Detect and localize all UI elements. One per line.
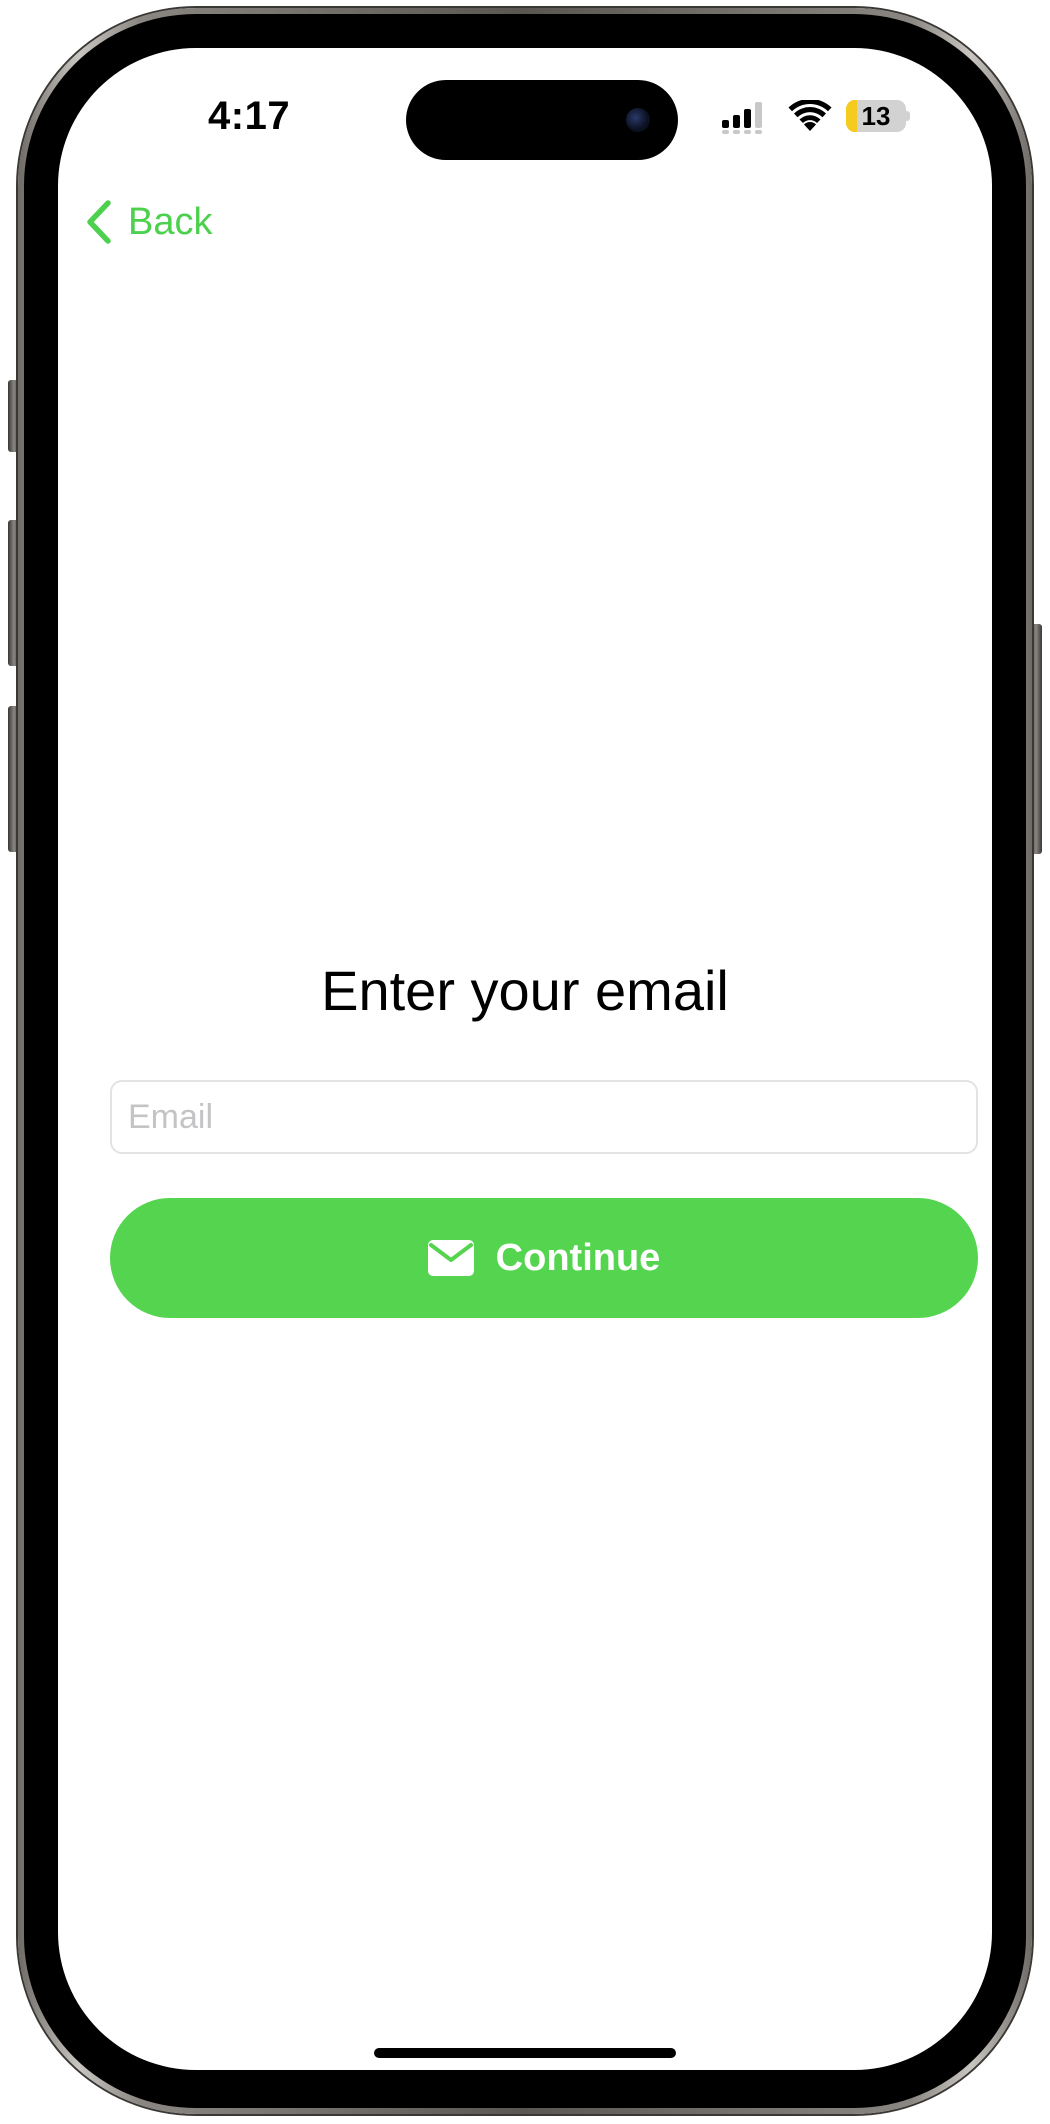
back-button[interactable]: Back xyxy=(84,194,212,250)
battery-body: 13 xyxy=(846,100,906,132)
page-title: Enter your email xyxy=(321,959,729,1022)
wifi-icon xyxy=(788,100,832,131)
chevron-left-icon xyxy=(87,200,111,244)
signal-icon xyxy=(722,102,762,134)
dynamic-island xyxy=(406,80,678,160)
battery-percentage: 13 xyxy=(861,101,891,131)
battery-cap xyxy=(906,111,910,121)
battery-icon: 13 xyxy=(846,100,910,132)
email-field[interactable] xyxy=(110,1080,978,1154)
device-stage: 4:17 13 Back Enter your email Email Cont… xyxy=(0,0,1050,2124)
continue-label: Continue xyxy=(495,1236,661,1279)
back-label: Back xyxy=(128,200,213,243)
envelope-icon xyxy=(427,1240,474,1276)
status-bar: 4:17 13 xyxy=(58,48,992,188)
status-time: 4:17 xyxy=(208,94,291,138)
screen: 4:17 13 Back Enter your email Email Cont… xyxy=(58,48,992,2070)
continue-button[interactable]: Continue xyxy=(110,1198,978,1318)
home-indicator xyxy=(374,2048,676,2058)
front-camera-icon xyxy=(626,108,650,132)
